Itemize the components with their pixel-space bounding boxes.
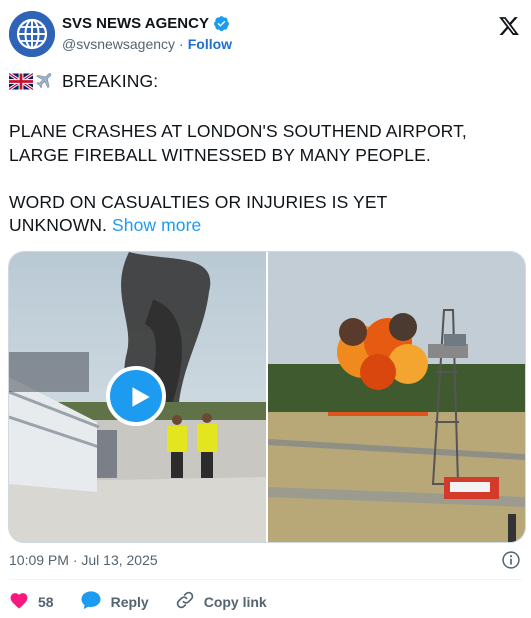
avatar[interactable] [9, 11, 55, 57]
uk-flag-icon [8, 72, 34, 97]
heart-icon [9, 591, 29, 612]
x-logo-icon[interactable] [498, 15, 520, 37]
verified-badge-icon [213, 15, 230, 32]
follow-button[interactable]: Follow [188, 36, 232, 52]
timestamp[interactable]: 10:09 PM · Jul 13, 2025 [9, 552, 158, 568]
author-block: SVS NEWS AGENCY @svsnewsagency · Follow [62, 15, 232, 52]
play-button-icon[interactable] [106, 366, 166, 426]
link-icon [175, 590, 195, 613]
copy-link-button[interactable]: Copy link [175, 590, 267, 613]
divider [9, 579, 522, 580]
reply-label: Reply [110, 593, 149, 610]
speech-bubble-icon [80, 590, 102, 613]
tweet-header: SVS NEWS AGENCY @svsnewsagency · Follow [9, 8, 523, 60]
info-icon[interactable] [501, 550, 521, 570]
separator: · [179, 36, 184, 52]
airplane-icon [33, 70, 57, 97]
display-name[interactable]: SVS NEWS AGENCY [62, 15, 209, 32]
reply-button[interactable]: Reply [80, 590, 149, 613]
video-thumbnail[interactable] [9, 252, 266, 542]
action-bar: 58 Reply Copy link [9, 590, 293, 613]
copy-link-label: Copy link [203, 593, 267, 610]
tweet-text: BREAKING: PLANE CRASHES AT LONDON'S SOUT… [8, 70, 519, 238]
like-button[interactable]: 58 [9, 591, 54, 612]
photo-fireball[interactable] [268, 252, 525, 542]
show-more-link[interactable]: Show more [112, 215, 201, 235]
handle[interactable]: @svsnewsagency [62, 36, 175, 52]
like-count: 58 [38, 593, 54, 610]
tweet-body: PLANE CRASHES AT LONDON'S SOUTHEND AIRPO… [9, 121, 467, 235]
breaking-label: BREAKING: [61, 71, 159, 91]
media-grid [8, 251, 526, 543]
